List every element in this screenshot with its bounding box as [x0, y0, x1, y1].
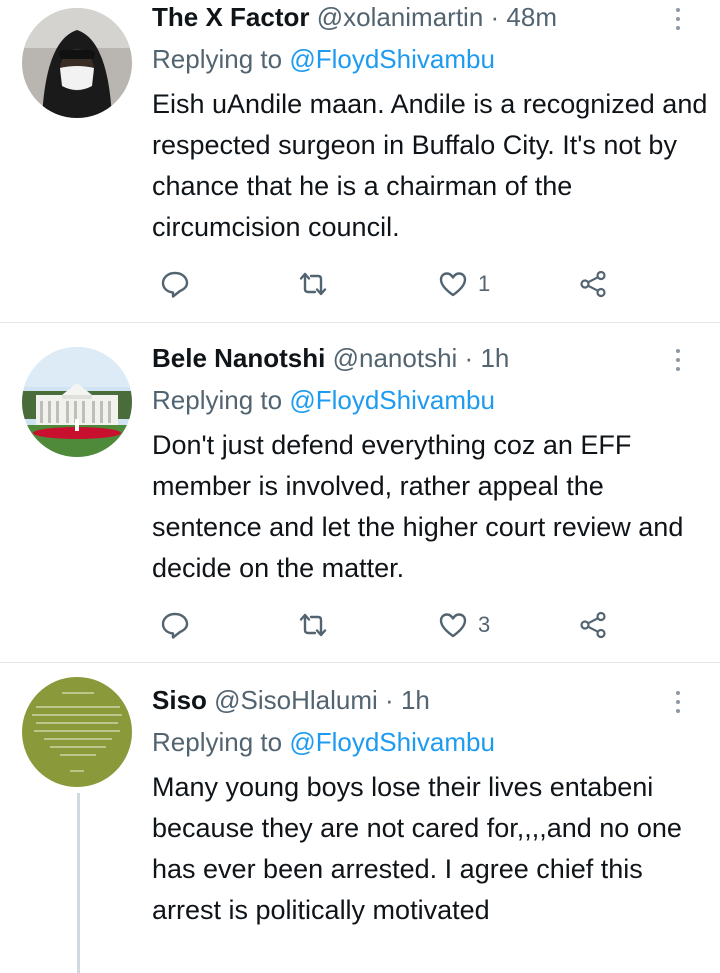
avatar[interactable] — [22, 677, 132, 787]
user-handle[interactable]: @nanotshi — [333, 343, 458, 373]
mention-link[interactable]: @FloydShivambu — [289, 385, 495, 415]
tweet-header: Siso @SisoHlalumi · 1h — [152, 685, 430, 716]
retweet-button[interactable] — [298, 264, 328, 304]
green-text-avatar-icon — [22, 677, 132, 787]
replying-to-label: Replying to — [152, 44, 290, 74]
separator-dot: · — [490, 2, 500, 32]
tweet-text: Many young boys lose their lives entaben… — [152, 772, 682, 925]
more-options-icon[interactable] — [668, 687, 688, 717]
display-name[interactable]: Bele Nanotshi — [152, 343, 325, 373]
share-icon — [580, 611, 606, 639]
tweet-actions: 1 — [152, 264, 652, 304]
tweet-actions: 3 — [152, 605, 652, 645]
reply-button[interactable] — [160, 605, 190, 645]
masked-person-avatar-icon — [22, 8, 132, 118]
replying-to-label: Replying to — [152, 727, 290, 757]
tweet[interactable]: Bele Nanotshi @nanotshi · 1h Replying to… — [0, 323, 720, 662]
reply-icon — [161, 612, 189, 639]
timestamp[interactable]: 48m — [506, 2, 557, 32]
display-name[interactable]: Siso — [152, 685, 207, 715]
like-count: 3 — [478, 612, 491, 637]
more-options-icon[interactable] — [668, 345, 688, 375]
mention-link[interactable]: @FloydShivambu — [289, 727, 495, 757]
tweet-text: Eish uAndile maan. Andile is a recognize… — [152, 89, 708, 242]
like-button[interactable]: 3 — [438, 605, 490, 645]
like-button[interactable]: 1 — [438, 264, 490, 304]
more-options-icon[interactable] — [668, 4, 688, 34]
like-icon — [439, 613, 467, 638]
avatar[interactable] — [22, 8, 132, 118]
replying-to: Replying to @FloydShivambu — [152, 727, 495, 758]
mention-link[interactable]: @FloydShivambu — [289, 44, 495, 74]
tweet-header: Bele Nanotshi @nanotshi · 1h — [152, 343, 509, 374]
timestamp[interactable]: 1h — [480, 343, 509, 373]
retweet-button[interactable] — [298, 605, 328, 645]
tweet[interactable]: Siso @SisoHlalumi · 1h Replying to @Floy… — [0, 663, 720, 973]
share-button[interactable] — [578, 264, 608, 304]
user-handle[interactable]: @SisoHlalumi — [214, 685, 378, 715]
reply-button[interactable] — [160, 264, 190, 304]
separator-dot: · — [385, 685, 394, 715]
thread-line — [77, 793, 80, 973]
display-name[interactable]: The X Factor — [152, 2, 309, 32]
reply-icon — [161, 271, 189, 298]
timestamp[interactable]: 1h — [401, 685, 430, 715]
tweet-text: Don't just defend everything coz an EFF … — [152, 430, 684, 583]
tweet-header: The X Factor @xolanimartin · 48m — [152, 2, 557, 33]
retweet-icon — [299, 272, 327, 296]
replying-to-label: Replying to — [152, 385, 290, 415]
separator-dot: · — [464, 343, 474, 373]
white-house-avatar-icon — [22, 347, 132, 457]
replying-to: Replying to @FloydShivambu — [152, 44, 495, 75]
tweet[interactable]: The X Factor @xolanimartin · 48m Replyin… — [0, 0, 720, 322]
user-handle[interactable]: @xolanimartin — [317, 2, 484, 32]
retweet-icon — [299, 613, 327, 637]
like-icon — [439, 272, 467, 297]
replying-to: Replying to @FloydShivambu — [152, 385, 495, 416]
share-button[interactable] — [578, 605, 608, 645]
avatar[interactable] — [22, 347, 132, 457]
share-icon — [580, 270, 606, 298]
like-count: 1 — [478, 271, 491, 296]
